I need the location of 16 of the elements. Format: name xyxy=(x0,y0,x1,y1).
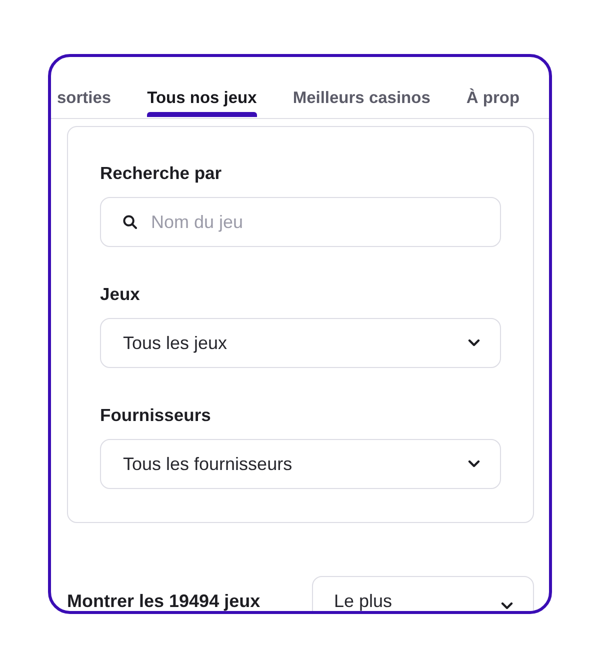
sort-dropdown[interactable]: Le plus xyxy=(312,576,534,611)
field-label: Jeux xyxy=(100,284,140,304)
search-field[interactable]: Nom du jeu xyxy=(100,197,501,247)
field-label: Fournisseurs xyxy=(100,405,211,425)
chevron-icon xyxy=(501,602,513,610)
nav-tab[interactable]: Tous nos jeux xyxy=(147,57,257,118)
nav-tab[interactable]: À prop xyxy=(466,57,520,118)
chevron-icon xyxy=(468,460,480,468)
field-label: Recherche par xyxy=(100,163,222,183)
search-icon xyxy=(123,215,137,229)
results-count: Montrer les 19494 jeux xyxy=(67,592,260,611)
dropdown-field[interactable]: Tous les fournisseurs xyxy=(100,439,501,489)
chevron-icon xyxy=(468,339,480,347)
nav-tab[interactable]: Meilleurs casinos xyxy=(292,57,430,118)
nav-tab[interactable]: sorties xyxy=(57,57,112,118)
dropdown-field[interactable]: Tous les jeux xyxy=(100,318,501,368)
